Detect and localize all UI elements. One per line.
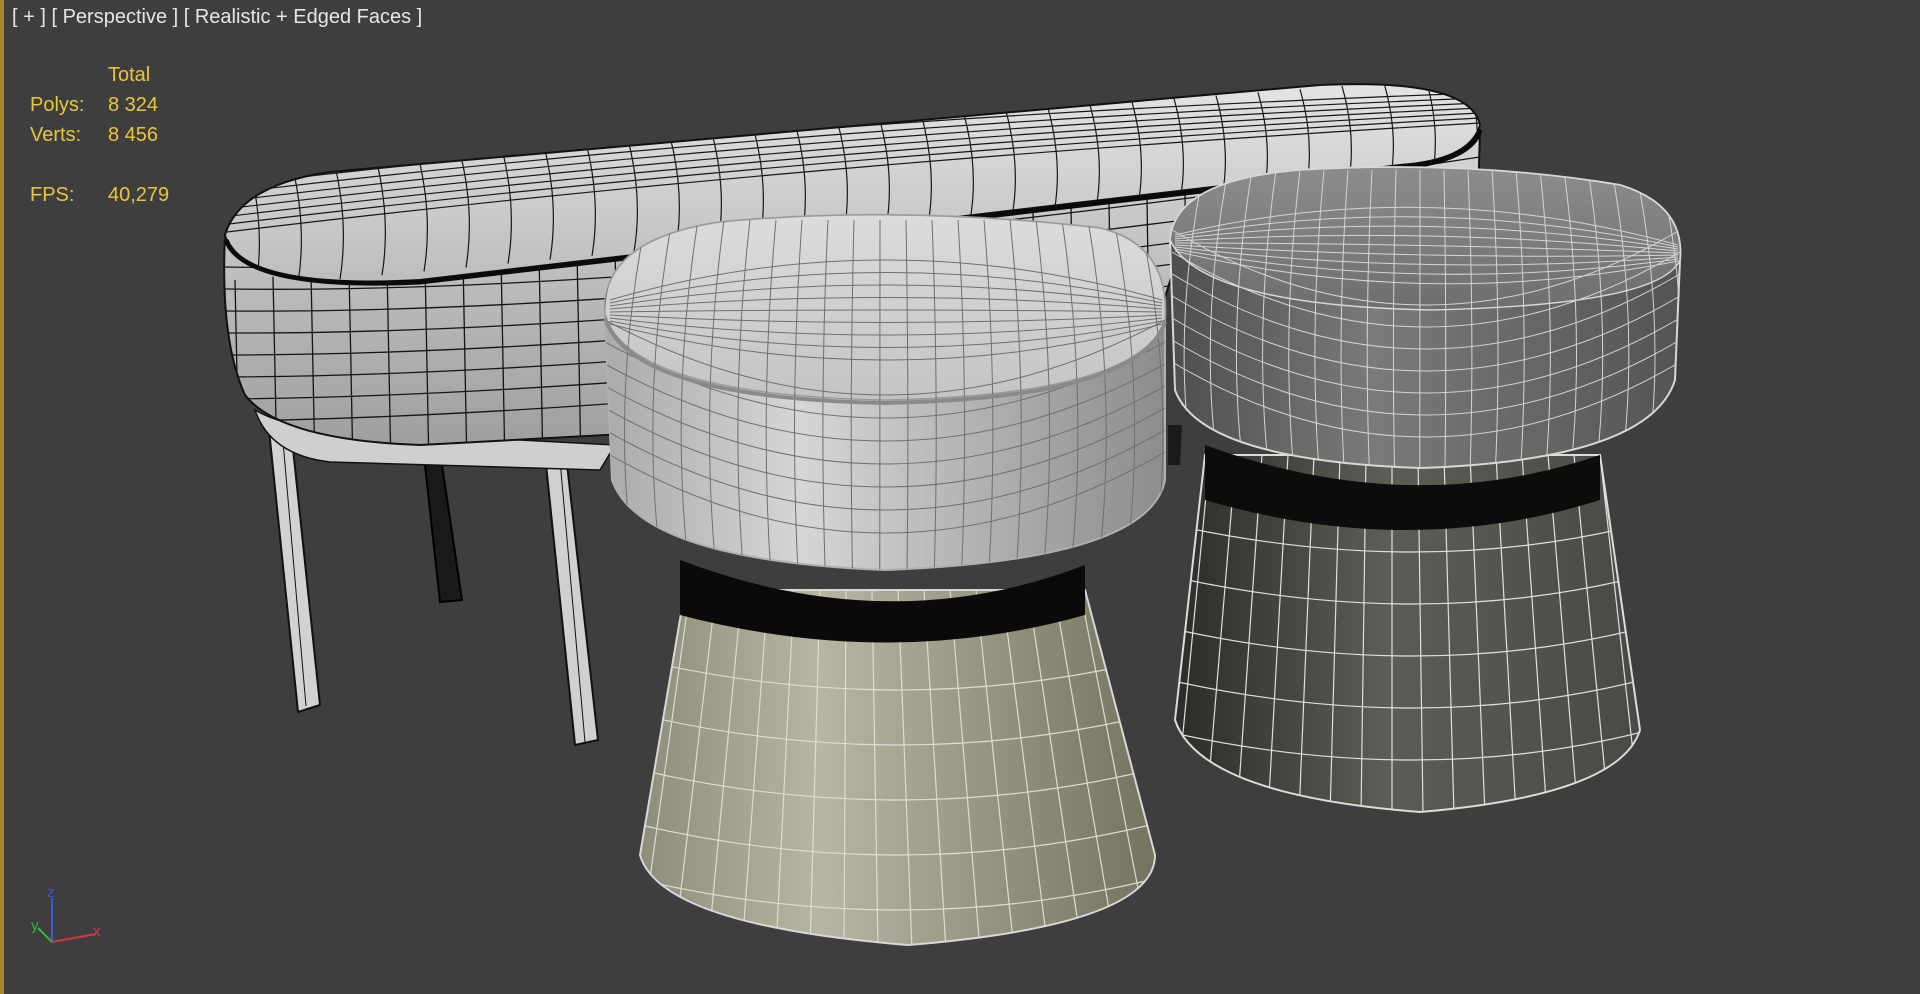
verts-label: Verts:: [30, 124, 82, 146]
axis-x-label: x: [93, 923, 101, 940]
perspective-viewport[interactable]: [ + ] [ Perspective ] [ Realistic + Edge…: [0, 0, 1920, 994]
axis-z-label: z: [47, 884, 55, 901]
polys-value: 8 324: [108, 94, 159, 116]
axis-y-label: y: [31, 917, 39, 934]
axis-y-line: [37, 927, 53, 943]
fps-value: 40,279: [108, 184, 170, 206]
fps-label: FPS:: [30, 184, 75, 206]
polys-label: Polys:: [30, 94, 85, 116]
stool-dark-mesh[interactable]: [1158, 166, 1707, 815]
stool-light-mesh[interactable]: [596, 213, 1191, 950]
axis-x-line: [51, 933, 97, 943]
axis-gizmo: x z y: [31, 884, 101, 943]
stats-header: Total: [108, 64, 151, 86]
scene-render[interactable]: x z y: [0, 0, 1920, 994]
verts-value: 8 456: [108, 124, 159, 146]
